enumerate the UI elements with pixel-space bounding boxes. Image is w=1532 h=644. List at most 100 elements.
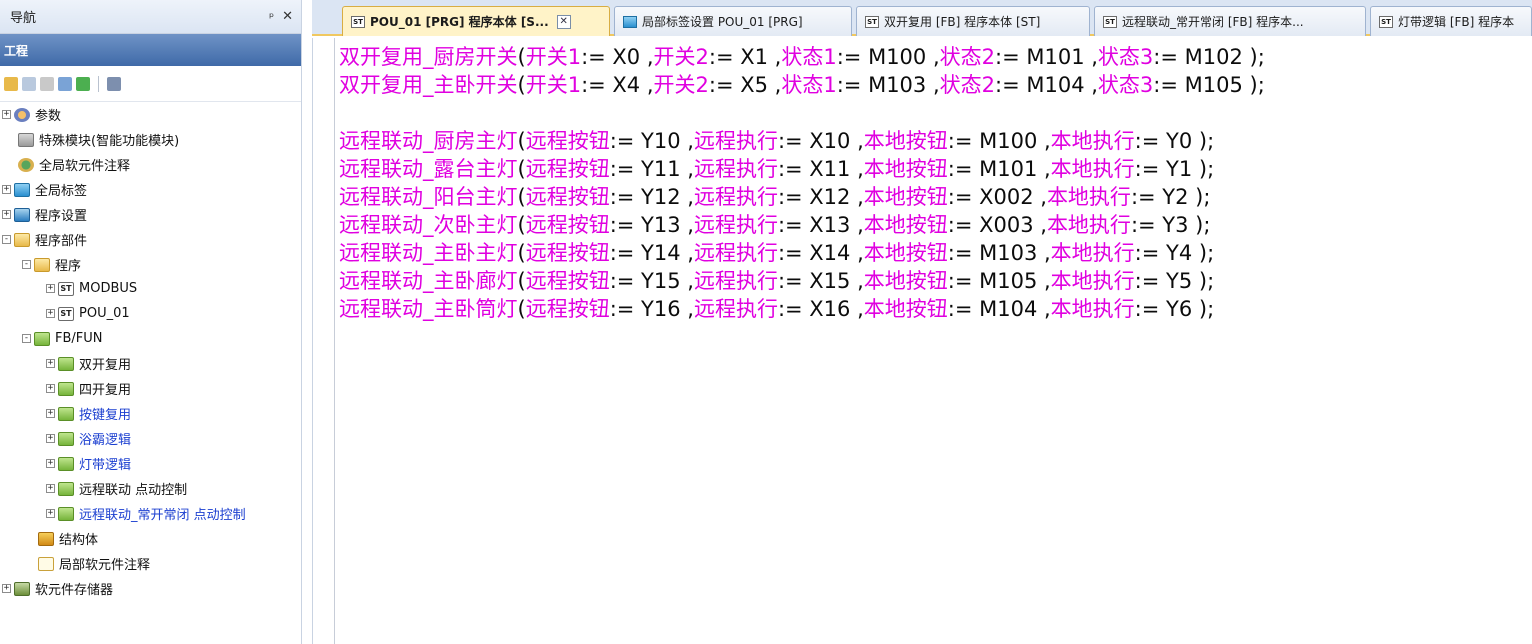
expand-icon[interactable]: +: [46, 359, 55, 368]
expand-icon[interactable]: +: [2, 584, 11, 593]
expand-icon[interactable]: +: [2, 110, 11, 119]
tree-item-13[interactable]: + 按键复用: [46, 401, 131, 426]
tree-item-1[interactable]: + 参数: [2, 102, 61, 127]
collapse-icon[interactable]: -: [2, 235, 11, 244]
tree-item-14[interactable]: + 浴霸逻辑: [46, 426, 131, 451]
project-bar[interactable]: 工程: [0, 34, 301, 66]
label-icon: [14, 182, 30, 197]
st-code-editor[interactable]: 双开复用_厨房开关(开关1:= X0 ,开关2:= X1 ,状态1:= M100…: [312, 38, 1532, 644]
code-text: := Y0 );: [1134, 129, 1215, 153]
code-text: := M101 ,: [995, 45, 1098, 69]
tree-item-17[interactable]: + 远程联动_常开常闭 点动控制: [46, 501, 246, 526]
code-text: (: [517, 157, 526, 181]
tab-pou01-program[interactable]: ST POU_01 [PRG] 程序本体 [S... ✕: [342, 6, 610, 36]
code-text: := Y2 );: [1130, 185, 1211, 209]
code-text: (: [517, 185, 526, 209]
navigation-panel: 导航 ᵖ ✕ 工程 + 参数 特殊模块(智能功能模块) 全局软元件注释 + 全局标签 + 程序…: [0, 0, 302, 644]
code-line[interactable]: [339, 99, 1265, 127]
tree-item-label: 程序: [55, 259, 82, 274]
tab-light-strip-fb[interactable]: ST 灯带逻辑 [FB] 程序本: [1370, 6, 1532, 36]
code-line[interactable]: 远程联动_厨房主灯(远程按钮:= Y10 ,远程执行:= X10 ,本地按钮:=…: [339, 127, 1265, 155]
pin-icon[interactable]: ᵖ: [269, 10, 274, 24]
code-line[interactable]: 双开复用_厨房开关(开关1:= X0 ,开关2:= X1 ,状态1:= M100…: [339, 43, 1265, 71]
tab-remote-link-fb[interactable]: ST 远程联动_常开常闭 [FB] 程序本...: [1094, 6, 1366, 36]
tree-item-4[interactable]: + 全局标签: [2, 177, 87, 202]
code-keyword: 远程按钮: [525, 213, 610, 237]
copy-icon[interactable]: [22, 76, 36, 91]
tree-item-10[interactable]: - FB/FUN: [22, 326, 103, 351]
properties-icon[interactable]: [58, 76, 72, 91]
refresh-icon[interactable]: [76, 76, 90, 91]
expand-icon[interactable]: +: [2, 210, 11, 219]
code-keyword: 开关2: [653, 45, 709, 69]
expand-icon[interactable]: +: [46, 484, 55, 493]
code-text: := X4 ,: [581, 73, 654, 97]
tree-item-label: POU_01: [79, 306, 130, 321]
tree-item-3[interactable]: 全局软元件注释: [18, 152, 130, 177]
code-line[interactable]: 远程联动_主卧廊灯(远程按钮:= Y15 ,远程执行:= X15 ,本地按钮:=…: [339, 267, 1265, 295]
code-keyword: 远程执行: [693, 213, 778, 237]
expand-icon[interactable]: +: [46, 409, 55, 418]
tree-item-label: 双开复用: [79, 358, 132, 373]
collapse-icon[interactable]: -: [22, 260, 31, 269]
folder-icon: [34, 257, 50, 272]
code-keyword: 本地按钮: [863, 185, 948, 209]
tree-item-label: MODBUS: [79, 281, 138, 296]
expand-icon[interactable]: +: [46, 509, 55, 518]
code-text: := M105 ,: [947, 269, 1051, 293]
new-data-icon[interactable]: [4, 76, 18, 91]
expand-icon[interactable]: +: [46, 459, 55, 468]
tree-item-label: 全局软元件注释: [39, 159, 131, 174]
parts-icon: [14, 232, 30, 247]
tree-item-20[interactable]: + 软元件存储器: [2, 576, 113, 601]
code-keyword: 状态3: [1097, 73, 1154, 97]
collapse-icon[interactable]: -: [22, 334, 31, 343]
code-line[interactable]: 远程联动_露台主灯(远程按钮:= Y11 ,远程执行:= X11 ,本地按钮:=…: [339, 155, 1265, 183]
expand-icon[interactable]: +: [46, 284, 55, 293]
tree-item-11[interactable]: + 双开复用: [46, 351, 131, 376]
tree-item-18[interactable]: 结构体: [38, 526, 98, 551]
paste-icon[interactable]: [40, 76, 54, 91]
tree-item-label: 按键复用: [79, 408, 132, 423]
code-line[interactable]: 远程联动_主卧主灯(远程按钮:= Y14 ,远程执行:= X14 ,本地按钮:=…: [339, 239, 1265, 267]
expand-icon[interactable]: +: [2, 185, 11, 194]
tree-item-label: FB/FUN: [55, 331, 103, 346]
tree-item-15[interactable]: + 灯带逻辑: [46, 451, 131, 476]
code-keyword: 本地执行: [1046, 213, 1131, 237]
tree-item-7[interactable]: - 程序: [22, 252, 81, 277]
code-line[interactable]: 远程联动_主卧筒灯(远程按钮:= Y16 ,远程执行:= X16 ,本地按钮:=…: [339, 295, 1265, 323]
tree-item-19[interactable]: 局部软元件注释: [38, 551, 150, 576]
fb-folder-icon: [58, 406, 74, 421]
expand-icon[interactable]: +: [46, 309, 55, 318]
fb-folder-icon: [58, 431, 74, 446]
tree-item-16[interactable]: + 远程联动 点动控制: [46, 476, 187, 501]
code-area[interactable]: 双开复用_厨房开关(开关1:= X0 ,开关2:= X1 ,状态1:= M100…: [339, 43, 1265, 323]
code-keyword: 本地执行: [1050, 129, 1135, 153]
tree-item-label: 结构体: [59, 533, 99, 548]
memory-icon: [14, 581, 30, 596]
code-text: := X14 ,: [777, 241, 864, 265]
tree-item-8[interactable]: + ST MODBUS: [46, 276, 137, 301]
code-keyword: 远程执行: [693, 241, 778, 265]
tab-double-switch-fb[interactable]: ST 双开复用 [FB] 程序本体 [ST]: [856, 6, 1090, 36]
tree-item-6[interactable]: - 程序部件: [2, 227, 87, 252]
tree-item-2[interactable]: 特殊模块(智能功能模块): [18, 127, 179, 152]
tab-local-labels[interactable]: 局部标签设置 POU_01 [PRG]: [614, 6, 852, 36]
code-text: := X10 ,: [777, 129, 864, 153]
close-icon[interactable]: ✕: [282, 9, 293, 24]
expand-icon[interactable]: +: [46, 434, 55, 443]
tab-close-icon[interactable]: ✕: [556, 14, 571, 29]
code-text: := Y14 ,: [609, 241, 694, 265]
tree-item-9[interactable]: + ST POU_01: [46, 301, 130, 326]
nav-toolbar: [0, 66, 301, 102]
fb-folder-icon: [58, 506, 74, 521]
code-line[interactable]: 双开复用_主卧开关(开关1:= X4 ,开关2:= X5 ,状态1:= M103…: [339, 71, 1265, 99]
tree-item-5[interactable]: + 程序设置: [2, 202, 87, 227]
view-options-icon[interactable]: [107, 76, 121, 91]
code-line[interactable]: 远程联动_阳台主灯(远程按钮:= Y12 ,远程执行:= X12 ,本地按钮:=…: [339, 183, 1265, 211]
code-line[interactable]: 远程联动_次卧主灯(远程按钮:= Y13 ,远程执行:= X13 ,本地按钮:=…: [339, 211, 1265, 239]
code-text: := Y11 ,: [609, 157, 694, 181]
tree-item-12[interactable]: + 四开复用: [46, 376, 131, 401]
expand-icon[interactable]: +: [46, 384, 55, 393]
code-keyword: 本地按钮: [863, 297, 948, 321]
